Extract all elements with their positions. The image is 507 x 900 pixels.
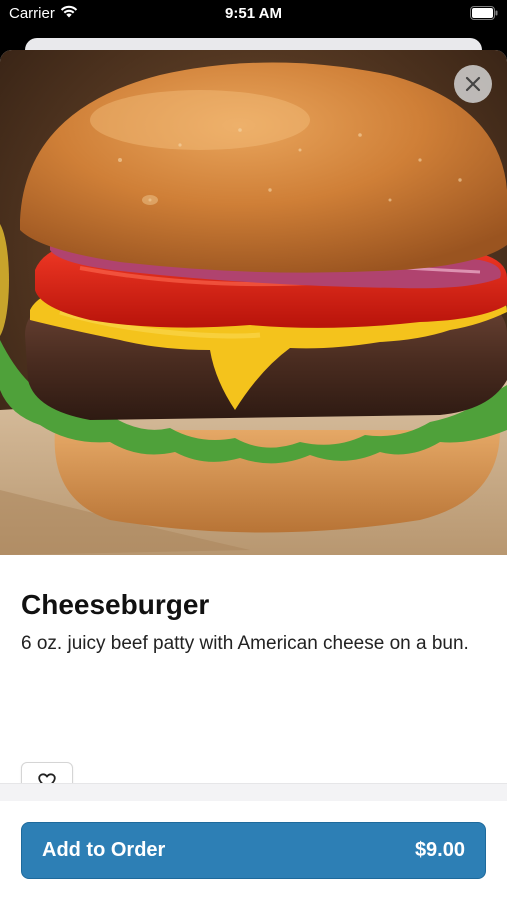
close-button[interactable] [454, 65, 492, 103]
add-to-order-label: Add to Order [42, 839, 166, 861]
item-title: Cheeseburger [21, 589, 210, 620]
status-time: 9:51 AM [225, 5, 282, 22]
price-label: $9.00 [414, 839, 465, 861]
item-detail-sheet: Cheeseburger 6 oz. juicy beef patty with… [0, 50, 507, 900]
status-bar: Carrier 9:51 AM [0, 0, 507, 28]
section-divider [0, 783, 507, 802]
close-icon [465, 76, 481, 92]
add-to-order-button[interactable]: Add to Order $9.00 [21, 822, 486, 879]
battery-icon [470, 6, 498, 24]
screen: Carrier 9:51 AM Cheeseburger 6 oz. juicy… [0, 0, 507, 900]
item-photo [0, 50, 507, 555]
item-description: 6 oz. juicy beef patty with American che… [21, 633, 469, 654]
